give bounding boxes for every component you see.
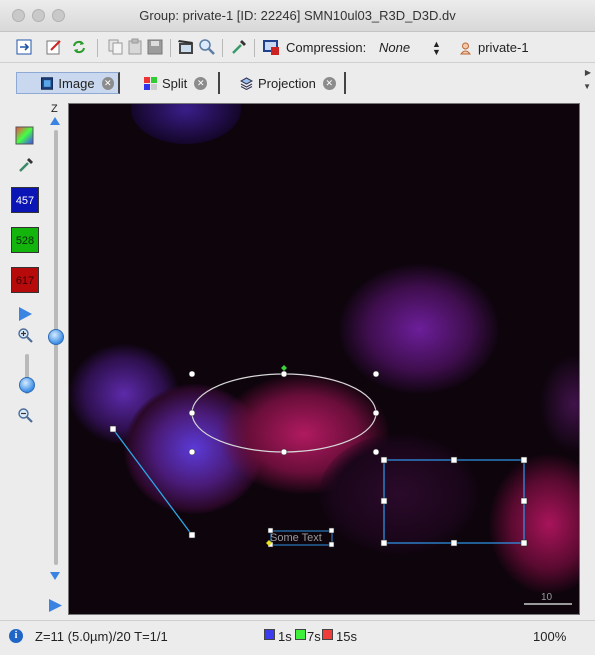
refresh-icon[interactable] [70, 38, 88, 56]
z-up-arrow-icon[interactable] [49, 116, 61, 126]
user-name[interactable]: private-1 [478, 40, 529, 55]
timing-label: 7s [307, 629, 321, 644]
toolbar-separator [254, 39, 255, 57]
magnifier-icon[interactable] [198, 38, 216, 56]
save-to-file-icon[interactable] [15, 38, 33, 56]
line-handle[interactable] [188, 531, 196, 539]
pipette-icon[interactable] [230, 38, 248, 56]
channel-button-528[interactable]: 528 [11, 227, 39, 253]
image-icon [41, 76, 54, 90]
roi-overlay [109, 365, 528, 548]
view-tabs: Image ✕ Split ✕ Projection ✕ ▶ ▼ [0, 64, 595, 100]
scalebar [524, 603, 572, 605]
rectangle-roi[interactable] [383, 459, 525, 544]
timing-swatch-blue [264, 629, 275, 640]
toolbar: Compression: None ▲ ▼ private-1 [0, 33, 595, 63]
image-canvas[interactable]: Some Text 10 [68, 103, 580, 615]
window-title: Group: private-1 [ID: 22246] SMN10ul03_R… [139, 8, 456, 23]
edit-settings-icon[interactable] [45, 38, 63, 56]
close-tab-icon[interactable]: ✕ [101, 76, 114, 90]
rotation-handle[interactable] [281, 365, 287, 371]
color-palette-icon[interactable] [15, 126, 34, 145]
line-roi[interactable] [112, 428, 193, 536]
tab-label: Split [162, 75, 188, 91]
rectangle-handles[interactable] [380, 456, 528, 547]
tab-image[interactable]: Image ✕ [16, 72, 120, 94]
copy-icon[interactable] [106, 38, 124, 56]
compression-icon [263, 40, 279, 55]
tab-split[interactable]: Split ✕ [140, 72, 220, 94]
compression-label: Compression: [286, 40, 367, 55]
timing-swatch-red [322, 629, 333, 640]
scalebar-label: 10 [541, 592, 553, 603]
zoom-in-icon[interactable] [17, 327, 33, 343]
z-slider-label: Z [51, 103, 58, 115]
tab-menu-icon[interactable]: ▼ [583, 82, 591, 91]
split-icon [144, 76, 157, 90]
close-tab-icon[interactable]: ✕ [322, 76, 336, 90]
movie-icon[interactable] [178, 38, 196, 56]
line-handle[interactable] [109, 425, 117, 433]
channel-button-457[interactable]: 457 [11, 187, 39, 213]
ellipse-roi[interactable] [191, 373, 377, 453]
paste-icon[interactable] [126, 38, 144, 56]
save-icon[interactable] [146, 38, 164, 56]
compression-select[interactable]: None [379, 40, 410, 55]
tab-scroll-right-icon[interactable]: ▶ [585, 68, 591, 77]
z-slider-track[interactable] [54, 130, 58, 565]
tab-label: Image [58, 75, 95, 91]
projection-icon [240, 76, 253, 90]
status-bar: i Z=11 (5.0µm)/20 T=1/1 1s 7s 15s 100% [0, 620, 595, 655]
user-icon [460, 42, 471, 55]
timing-label: 1s [278, 629, 292, 644]
timing-swatch-green [295, 629, 306, 640]
close-tab-icon[interactable]: ✕ [194, 76, 208, 90]
z-slider-thumb[interactable] [48, 329, 64, 345]
toolbar-separator [97, 39, 98, 57]
updown-arrows-icon[interactable]: ▲ ▼ [432, 40, 441, 57]
timing-label: 15s [336, 629, 357, 644]
position-readout: Z=11 (5.0µm)/20 T=1/1 [35, 629, 168, 644]
left-tool-panel: 457 528 617 [0, 100, 44, 620]
zoom-out-icon[interactable] [17, 407, 33, 423]
zoom-slider-thumb[interactable] [19, 377, 35, 393]
tab-projection[interactable]: Projection ✕ [236, 72, 346, 94]
toolbar-separator [170, 39, 171, 57]
title-bar: Group: private-1 [ID: 22246] SMN10ul03_R… [0, 0, 595, 32]
zoom-level: 100% [533, 629, 567, 644]
image-viewer-window: Group: private-1 [ID: 22246] SMN10ul03_R… [0, 0, 595, 655]
toolbar-separator [222, 39, 223, 57]
play-icon[interactable] [17, 306, 33, 322]
color-picker-icon[interactable] [17, 156, 35, 174]
tab-label: Projection [258, 75, 316, 91]
play-t-icon[interactable] [48, 598, 63, 613]
ellipse-handles[interactable] [188, 370, 380, 456]
channel-button-617[interactable]: 617 [11, 267, 39, 293]
text-annotation[interactable]: Some Text [270, 532, 322, 544]
info-icon[interactable]: i [9, 629, 23, 643]
z-down-arrow-icon[interactable] [49, 571, 61, 581]
